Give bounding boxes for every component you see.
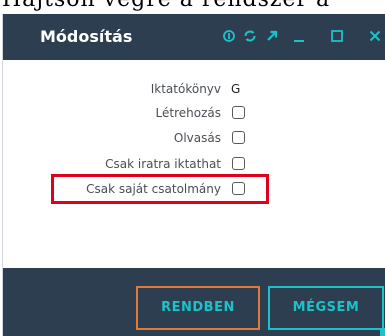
refresh-icon[interactable] [242, 26, 258, 49]
info-icon[interactable] [222, 26, 236, 48]
row-label: Létrehozás [155, 106, 221, 120]
ok-button[interactable]: RENDBEN [136, 286, 260, 330]
form-row-letrehozas: Létrehozás [3, 103, 385, 125]
csak-iratra-iktathat-checkbox[interactable] [232, 157, 245, 170]
expand-arrow-icon[interactable] [265, 26, 279, 48]
dialog-footer: RENDBEN MÉGSEM [3, 268, 385, 336]
maximize-icon[interactable] [330, 26, 344, 48]
row-label: Csak iratra iktathat [105, 157, 221, 171]
background-text: Hajtson végre a rendszer a [2, 0, 330, 12]
resize-handle[interactable] [380, 328, 385, 336]
minimize-icon[interactable] [292, 26, 306, 49]
dialog-content: Iktatókönyv G Létrehozás Olvasás Csak ir… [3, 60, 385, 268]
row-value: G [231, 82, 241, 96]
close-icon[interactable] [367, 26, 383, 48]
letrehozas-checkbox[interactable] [232, 106, 245, 119]
row-label: Iktatókönyv [150, 82, 221, 96]
cancel-button[interactable]: MÉGSEM [268, 286, 384, 330]
screen: Hajtson végre a rendszer a Módosítás [0, 0, 385, 336]
form-row-olvasas: Olvasás [3, 128, 385, 150]
row-label: Olvasás [173, 131, 221, 145]
olvasas-checkbox[interactable] [232, 131, 245, 144]
dialog-titlebar[interactable]: Módosítás [3, 14, 385, 60]
modify-dialog: Módosítás Iktatókönyv G Létrehozás Olvas… [2, 14, 385, 336]
form-row-iktatokonyv: Iktatókönyv G [3, 79, 385, 101]
dialog-title: Módosítás [40, 27, 133, 46]
form-row-csak-iratra-iktathat: Csak iratra iktathat [3, 154, 385, 176]
highlight-box [51, 174, 269, 204]
